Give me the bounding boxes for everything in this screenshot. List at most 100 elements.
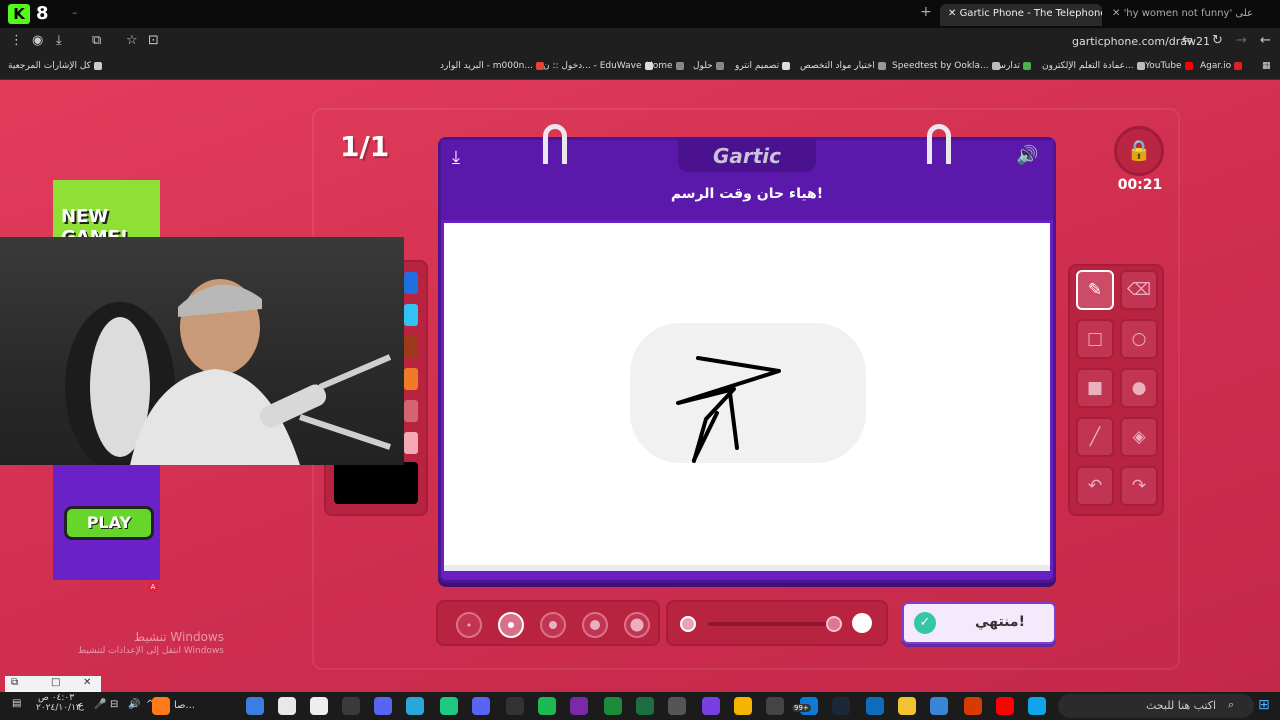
menu-dots-icon[interactable]: ⋮ [10, 33, 23, 48]
extensions-icon[interactable]: ⧉ [92, 33, 101, 48]
color-swatch[interactable] [404, 368, 418, 390]
office-icon[interactable] [964, 697, 982, 715]
ms-icon[interactable] [668, 697, 686, 715]
media-icon[interactable] [506, 697, 524, 715]
brush-size-option[interactable] [456, 612, 482, 638]
color-swatch[interactable] [404, 400, 418, 422]
speaker-icon[interactable]: 🔊 [1016, 145, 1038, 166]
brush-size-option[interactable] [582, 612, 608, 638]
app-icon[interactable] [374, 697, 392, 715]
ellipse-tool-icon[interactable]: ○ [1120, 319, 1158, 359]
bookmark-label: Agar.io [1200, 61, 1232, 71]
maximize-icon[interactable]: □ [51, 677, 60, 688]
bookmark-star-icon[interactable]: ☆ [126, 33, 138, 48]
filled-rectangle-tool-icon[interactable]: ■ [1076, 368, 1114, 408]
bookmark-item[interactable]: تصميم انترو [735, 61, 791, 71]
bookmark-item[interactable]: YouTube [1145, 61, 1193, 71]
windows-start-icon[interactable]: ⊞ [1258, 697, 1270, 713]
bookmark-item[interactable]: حلول [693, 61, 724, 71]
link-icon[interactable] [406, 697, 424, 715]
bookmark-label: اختيار مواد التخصص [800, 61, 875, 71]
capcut-icon[interactable] [310, 697, 328, 715]
store-icon[interactable] [930, 697, 948, 715]
brush-size-option[interactable] [540, 612, 566, 638]
bookmark-item[interactable]: تدارس [995, 61, 1032, 71]
minimize-icon[interactable]: – [72, 6, 78, 19]
mail-icon[interactable] [866, 697, 884, 715]
close-icon[interactable]: ✕ [83, 677, 91, 688]
close-tab-icon[interactable]: ✕ [948, 8, 960, 19]
spotify-icon[interactable] [538, 697, 556, 715]
vegas-icon[interactable] [702, 697, 720, 715]
bookmark-item[interactable]: عمادة التعلم الإلكترون... [1042, 61, 1145, 71]
bookmark-item[interactable]: دخول :: ن... - EduWave [543, 61, 653, 71]
new-tab-button[interactable]: + [920, 4, 932, 20]
steam-icon[interactable] [832, 697, 850, 715]
redo-tool-icon[interactable]: ↷ [1120, 466, 1158, 506]
kick-logo-icon[interactable]: K [8, 4, 30, 24]
brush-size-option[interactable] [498, 612, 524, 638]
install-app-icon[interactable]: ⊡ [148, 33, 159, 48]
microphone-icon[interactable]: 🎤 [94, 699, 106, 710]
vpn-icon[interactable] [246, 697, 264, 715]
apps-badge-icon[interactable] [766, 697, 784, 715]
network-icon[interactable]: ⊟ [110, 699, 118, 710]
edge2-icon[interactable] [1028, 697, 1046, 715]
restore-icon[interactable]: ⧉ [11, 677, 18, 688]
bookmark-item[interactable]: كل الإشارات المرجعية [8, 61, 102, 71]
slider-track[interactable] [708, 622, 832, 626]
drawing-canvas[interactable] [444, 223, 1050, 571]
filled-ellipse-tool-icon[interactable]: ● [1120, 368, 1158, 408]
rectangle-tool-icon[interactable]: □ [1076, 319, 1114, 359]
eraser-tool-icon[interactable]: ⌫ [1120, 270, 1158, 310]
language-indicator[interactable]: ع [78, 700, 84, 711]
chrome-icon[interactable] [734, 697, 752, 715]
apps-grid-icon[interactable]: ▦ [1262, 61, 1271, 71]
pencil-tool-icon[interactable]: ✎ [1076, 270, 1114, 310]
gamepad-icon[interactable]: ◉ [32, 33, 43, 48]
taskbar-app-label[interactable]: صا... [174, 700, 195, 711]
close-tab-icon[interactable]: ✕ [1112, 8, 1124, 19]
taskbar-search[interactable]: اكتب هنا للبحث ⌕ [1058, 694, 1254, 718]
color-swatch[interactable] [404, 432, 418, 454]
color-swatch[interactable] [404, 304, 418, 326]
reload-icon[interactable]: ↻ [1212, 33, 1223, 48]
color-swatch[interactable] [404, 272, 418, 294]
notification-icon[interactable]: ▤ [12, 698, 21, 709]
forward-icon[interactable]: → [1236, 33, 1247, 48]
active-color-swatch[interactable] [334, 462, 418, 504]
play-icon[interactable] [604, 697, 622, 715]
green-app-icon[interactable] [440, 697, 458, 715]
bookmark-item[interactable]: Agar.io [1200, 61, 1243, 71]
bookmark-item[interactable]: اختيار مواد التخصص [800, 61, 886, 71]
bookmark-item[interactable]: Speedtest by Ookla... [892, 61, 1000, 71]
youtube-icon[interactable] [996, 697, 1014, 715]
ad-play-button[interactable]: PLAY [64, 506, 154, 540]
fill-bucket-tool-icon[interactable]: ◈ [1120, 417, 1158, 457]
ad-choices-badge[interactable]: A [148, 582, 158, 592]
color-swatch[interactable] [404, 336, 418, 358]
browser-toolbar: ⋮ ◉ ⤓ ⧉ ☆ ⊡ garticphone.com/draw21 ⇋ ↻ →… [0, 28, 1280, 56]
download-icon[interactable]: ⤓ [56, 33, 62, 48]
excel-icon[interactable] [636, 697, 654, 715]
line-tool-icon[interactable]: ╱ [1076, 417, 1114, 457]
undo-tool-icon[interactable]: ↶ [1076, 466, 1114, 506]
done-button[interactable]: ✓ منتهي! [902, 602, 1056, 644]
obs-icon[interactable] [570, 697, 588, 715]
site-settings-icon[interactable]: ⇋ [1182, 33, 1193, 48]
opacity-slider[interactable] [666, 600, 888, 646]
download-drawing-icon[interactable]: ⤓ [452, 147, 460, 168]
slider-thumb[interactable] [826, 616, 842, 632]
volume-icon[interactable]: 🔊 [128, 699, 140, 710]
explorer-icon[interactable] [898, 697, 916, 715]
lock-icon: 🔒 [1114, 126, 1164, 176]
tab-tiktok-search[interactable]: ✕ 'hy women not funny' اعثر على [1104, 4, 1254, 26]
back-icon[interactable]: ← [1260, 33, 1271, 48]
notes-icon[interactable] [278, 697, 296, 715]
brush-size-option[interactable] [624, 612, 650, 638]
discord-icon[interactable] [472, 697, 490, 715]
tab-gartic-phone[interactable]: ✕ Gartic Phone - The Telephone G [940, 4, 1102, 26]
speed-icon[interactable] [342, 697, 360, 715]
firefox-icon[interactable] [152, 697, 170, 715]
bookmark-item[interactable]: البريد الوارد - m000n... [440, 61, 544, 71]
